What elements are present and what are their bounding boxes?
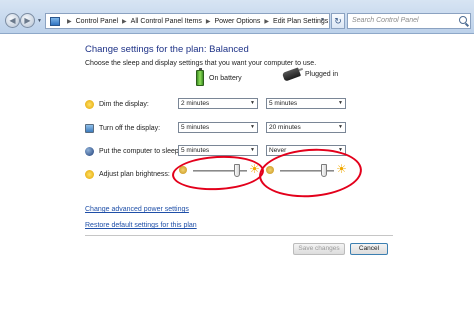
column-plugged-in: Plugged in (281, 67, 339, 82)
chevron-right-icon[interactable]: ▶ (264, 18, 269, 25)
row-dim-display: Dim the display: (85, 98, 149, 110)
chevron-down-icon[interactable]: ▼ (338, 99, 343, 108)
breadcrumb-power-options[interactable]: Power Options (215, 18, 261, 25)
cancel-button[interactable]: Cancel (350, 243, 388, 255)
sleep-moon-icon (85, 146, 94, 156)
dim-display-plugged-value: 5 minutes (269, 100, 298, 107)
forward-button[interactable]: ▶ (20, 13, 35, 28)
search-input[interactable]: Search Control Panel (347, 13, 471, 29)
column-on-battery: On battery (196, 68, 242, 86)
page-subtitle: Choose the sleep and display settings th… (85, 60, 317, 67)
turn-off-display-battery-value: 5 minutes (181, 124, 210, 131)
search-icon[interactable] (459, 16, 467, 24)
address-bar: ◀ ▶ ▼ ▶ Control Panel ▶ All Control Pane… (0, 0, 474, 34)
turn-off-display-plugged-value: 20 minutes (269, 124, 301, 131)
dim-display-label: Dim the display: (99, 100, 149, 108)
control-panel-icon (50, 16, 60, 26)
monitor-icon (85, 123, 94, 133)
back-button[interactable]: ◀ (5, 13, 20, 28)
dim-display-battery-value: 2 minutes (181, 100, 210, 107)
dim-display-battery-select[interactable]: 2 minutes ▼ (178, 98, 258, 109)
breadcrumb[interactable]: ▶ Control Panel ▶ All Control Panel Item… (45, 13, 330, 29)
divider (85, 235, 393, 236)
dim-display-plugged-select[interactable]: 5 minutes ▼ (266, 98, 346, 109)
brightness-label: Adjust plan brightness: (99, 170, 170, 178)
chevron-down-icon[interactable]: ▼ (338, 123, 343, 132)
dim-display-icon (85, 99, 94, 109)
row-turn-off-display: Turn off the display: (85, 122, 160, 134)
search-placeholder: Search Control Panel (352, 17, 419, 24)
chevron-down-icon[interactable]: ▼ (250, 123, 255, 132)
annotation-ellipse-battery (171, 153, 265, 193)
chevron-right-icon[interactable]: ▶ (67, 18, 72, 25)
battery-icon (196, 68, 204, 86)
row-sleep: Put the computer to sleep: (85, 145, 181, 157)
address-dropdown-icon[interactable]: ▼ (320, 17, 325, 23)
page-title: Change settings for the plan: Balanced (85, 44, 249, 55)
restore-defaults-link[interactable]: Restore default settings for this plan (85, 222, 197, 229)
recent-pages-dropdown-icon[interactable]: ▼ (37, 18, 42, 24)
turn-off-display-battery-select[interactable]: 5 minutes ▼ (178, 122, 258, 133)
power-plug-icon (281, 67, 302, 82)
turn-off-display-label: Turn off the display: (99, 124, 161, 132)
chevron-right-icon[interactable]: ▶ (206, 18, 211, 25)
turn-off-display-plugged-select[interactable]: 20 minutes ▼ (266, 122, 346, 133)
breadcrumb-all-items[interactable]: All Control Panel Items (131, 18, 202, 25)
sleep-label: Put the computer to sleep: (99, 147, 181, 155)
chevron-down-icon[interactable]: ▼ (250, 99, 255, 108)
chevron-down-icon[interactable]: ▼ (250, 146, 255, 155)
chevron-right-icon[interactable]: ▶ (122, 18, 127, 25)
breadcrumb-control-panel[interactable]: Control Panel (76, 18, 118, 25)
save-changes-button[interactable]: Save changes (293, 243, 345, 255)
brightness-icon (85, 169, 94, 179)
sleep-battery-value: 5 minutes (181, 147, 210, 154)
row-brightness: Adjust plan brightness: (85, 168, 170, 180)
refresh-button[interactable]: ↻ (331, 13, 345, 29)
change-advanced-settings-link[interactable]: Change advanced power settings (85, 206, 189, 213)
sleep-battery-select[interactable]: 5 minutes ▼ (178, 145, 258, 156)
column-plugged-in-label: Plugged in (305, 71, 339, 78)
column-on-battery-label: On battery (209, 74, 242, 82)
